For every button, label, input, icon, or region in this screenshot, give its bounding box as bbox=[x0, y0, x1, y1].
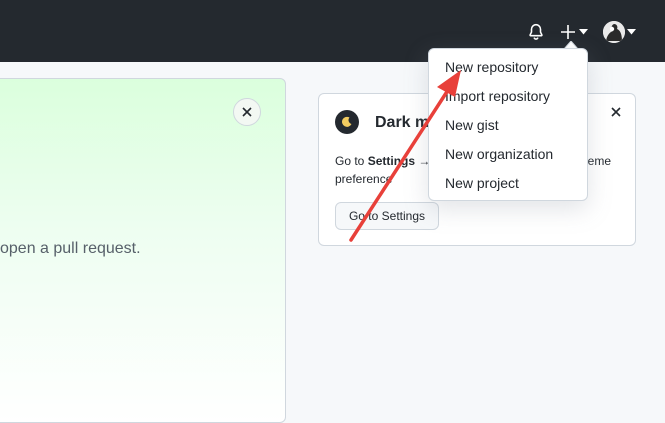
close-icon bbox=[242, 107, 252, 117]
close-icon bbox=[611, 107, 621, 117]
body-prefix: Go to bbox=[335, 154, 368, 168]
menu-item-new-organization[interactable]: New organization bbox=[429, 140, 587, 168]
menu-item-new-gist[interactable]: New gist bbox=[429, 111, 587, 139]
menu-item-new-project[interactable]: New project bbox=[429, 169, 587, 197]
caret-down-icon[interactable] bbox=[579, 29, 588, 35]
menu-item-new-repository[interactable]: New repository bbox=[429, 53, 587, 81]
close-button[interactable] bbox=[233, 98, 261, 126]
avatar[interactable] bbox=[603, 21, 625, 43]
promo-text: open a pull request. bbox=[0, 240, 141, 257]
dark-card-close-button[interactable] bbox=[608, 104, 624, 120]
body-line-2: preference bbox=[335, 172, 393, 186]
bell-icon[interactable] bbox=[527, 23, 545, 41]
dark-mode-title: Dark m bbox=[375, 114, 430, 131]
caret-down-icon[interactable] bbox=[627, 29, 636, 35]
moon-icon bbox=[335, 110, 359, 134]
go-to-settings-button[interactable]: Go to Settings bbox=[335, 202, 439, 230]
menu-item-import-repository[interactable]: Import repository bbox=[429, 82, 587, 110]
plus-icon[interactable] bbox=[560, 23, 576, 41]
settings-link-text[interactable]: Settings bbox=[368, 154, 415, 168]
